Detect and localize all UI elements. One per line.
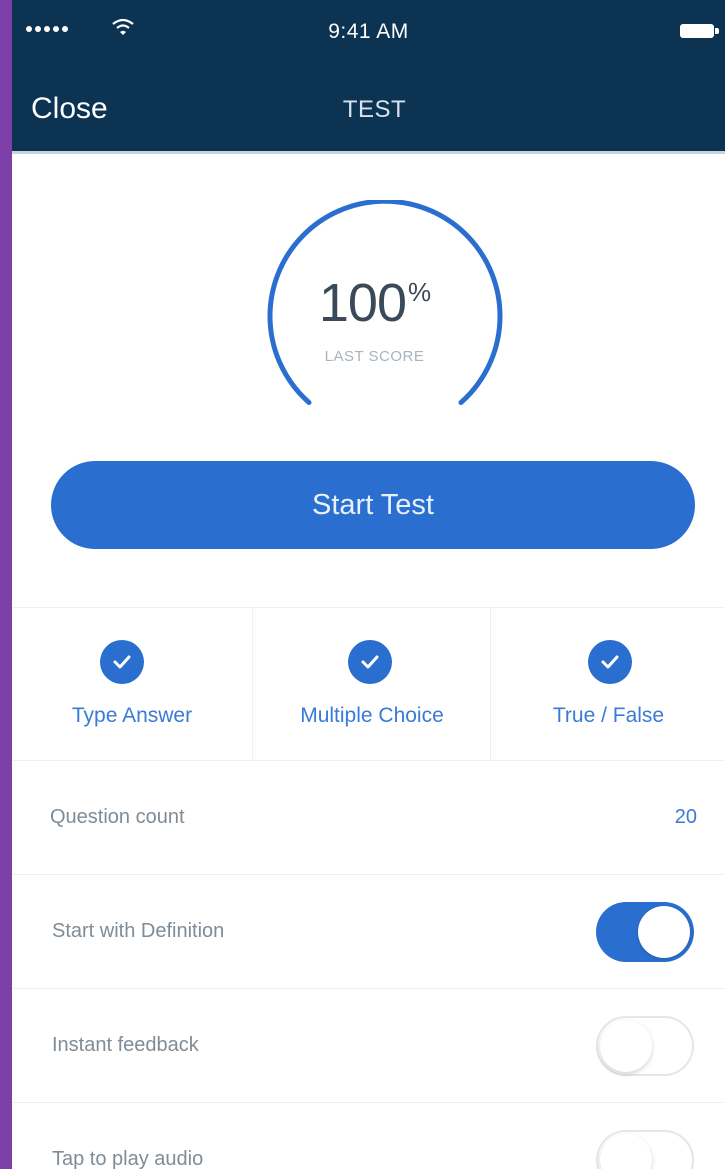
battery-icon [680,24,714,38]
top-bar: 9:41 AM Close TEST [12,0,725,154]
question-type-selector: Type Answer Multiple Choice True / False [12,607,725,761]
question-type-true-false[interactable]: True / False [490,608,725,760]
setting-question-count[interactable]: Question count 20 [12,760,725,875]
question-type-multiple-choice[interactable]: Multiple Choice [252,608,491,760]
start-test-label: Start Test [312,488,434,521]
checkmark-icon [588,640,632,684]
checkmark-icon [348,640,392,684]
status-time: 9:41 AM [328,20,409,43]
last-score-label: LAST SCORE [324,348,425,365]
app-screen: 9:41 AM Close TEST 100% LAST SCORE Start… [12,0,725,1169]
start-with-definition-toggle[interactable] [596,902,694,962]
start-test-button[interactable]: Start Test [51,461,695,549]
status-bar: 9:41 AM [12,0,725,60]
setting-label: Tap to play audio [52,1147,204,1169]
last-score-value: 100% [12,272,725,334]
instant-feedback-toggle[interactable] [596,1016,694,1076]
setting-start-with-definition: Start with Definition [12,874,725,989]
toggle-knob [600,1020,652,1072]
battery-tip [715,28,719,34]
page-title: TEST [342,96,407,123]
setting-instant-feedback: Instant feedback [12,988,725,1103]
toggle-knob [600,1134,652,1169]
last-score-number: 100 [318,273,407,333]
setting-label: Instant feedback [52,1033,199,1056]
question-type-label: Type Answer [71,704,193,727]
setting-tap-to-play-audio: Tap to play audio [12,1102,725,1169]
toggle-knob [638,906,690,958]
last-score-unit: % [407,277,431,307]
question-type-label: Multiple Choice [300,704,444,727]
question-count-value: 20 [674,805,697,828]
nav-divider [12,151,725,154]
checkmark-icon [100,640,144,684]
question-type-type-answer[interactable]: Type Answer [12,608,252,760]
setting-label: Question count [50,805,185,828]
question-type-label: True / False [552,704,665,727]
setting-label: Start with Definition [52,919,225,942]
tap-to-play-audio-toggle[interactable] [596,1130,694,1169]
